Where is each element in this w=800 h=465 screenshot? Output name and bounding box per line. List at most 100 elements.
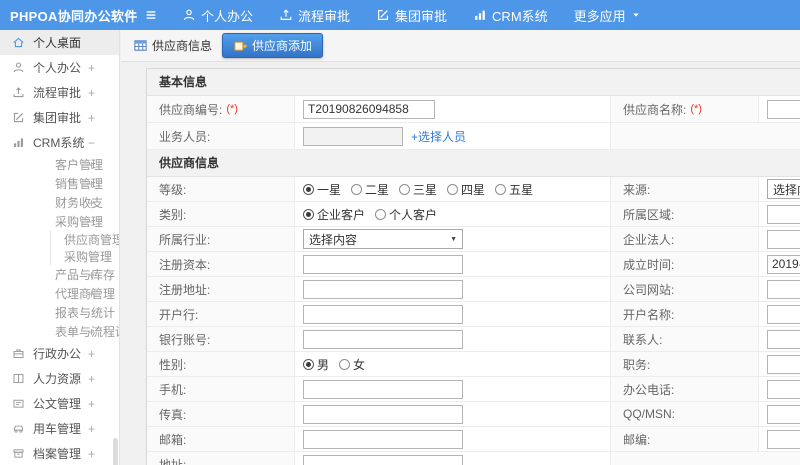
sidebar-item-workflow-approval[interactable]: 流程审批 + xyxy=(0,80,119,105)
briefcase-icon xyxy=(12,347,25,360)
gender-radio-0[interactable]: 男 xyxy=(303,356,329,373)
sidebar-item-vehicle-management[interactable]: 用车管理 + xyxy=(0,416,119,441)
expand-icon[interactable]: + xyxy=(88,61,95,75)
form-row: 银行账号: 联系人: xyxy=(147,327,800,352)
sidebar-item-human-resources[interactable]: 人力资源 + xyxy=(0,366,119,391)
radio-checked-icon xyxy=(303,183,314,195)
industry-select[interactable]: 选择内容 ▼ xyxy=(303,229,463,249)
expand-icon[interactable]: + xyxy=(88,372,95,386)
select-staff-link[interactable]: +选择人员 xyxy=(411,128,466,145)
email-input[interactable] xyxy=(303,429,463,449)
tab-supplier-info[interactable]: 供应商信息 xyxy=(133,37,212,54)
category-radio-1[interactable]: 个人客户 xyxy=(375,206,437,223)
sidebar-item-archive-management[interactable]: 档案管理 + xyxy=(0,441,119,465)
sidebar-item-form-workflow-settings[interactable]: 表单与流程设置+ xyxy=(0,322,119,341)
home-icon xyxy=(12,36,25,49)
bank-branch-input[interactable] xyxy=(303,304,463,324)
qq-msn-input[interactable] xyxy=(767,404,800,424)
postcode-input[interactable] xyxy=(767,429,800,449)
expand-icon[interactable]: + xyxy=(88,111,95,125)
expand-icon[interactable]: + xyxy=(88,86,95,100)
fax-input[interactable] xyxy=(303,404,463,424)
sidebar-item-document-management[interactable]: 公文管理 + xyxy=(0,391,119,416)
legal-person-input[interactable] xyxy=(767,229,800,249)
supplier-name-input[interactable] xyxy=(767,99,800,119)
legal-person-label: 企业法人: xyxy=(611,227,759,251)
user-icon xyxy=(182,8,196,22)
sidebar-item-label: 档案管理 xyxy=(33,447,82,461)
expand-icon[interactable]: + xyxy=(88,196,95,210)
radio-label: 一星 xyxy=(317,182,342,197)
sidebar-item-sales-management[interactable]: 销售管理 + xyxy=(0,174,119,193)
menu-toggle-icon[interactable] xyxy=(144,8,158,22)
sidebar-item-group-approval[interactable]: 集团审批 + xyxy=(0,105,119,130)
sidebar-item-reports-statistics[interactable]: 报表与统计 xyxy=(0,303,119,322)
expand-icon[interactable]: + xyxy=(88,158,95,172)
source-select[interactable]: 选择内容▼ xyxy=(767,179,800,199)
label-text: 供应商编号: xyxy=(159,102,223,117)
expand-icon[interactable]: + xyxy=(88,268,95,282)
grade-radio-0[interactable]: 一星 xyxy=(303,181,341,198)
tab-supplier-add[interactable]: 供应商添加 xyxy=(222,33,324,58)
grade-radio-4[interactable]: 五星 xyxy=(495,181,533,198)
office-phone-input[interactable] xyxy=(767,379,800,399)
sidebar-item-finance-income-expense[interactable]: 财务收支 + xyxy=(0,193,119,212)
expand-icon[interactable]: + xyxy=(88,287,95,301)
collapse-icon[interactable]: − xyxy=(88,136,95,150)
required-marker: (*) xyxy=(226,103,238,115)
region-input[interactable] xyxy=(767,204,800,224)
expand-icon[interactable]: + xyxy=(88,325,95,339)
sidebar-item-label: 销售管理 xyxy=(55,177,104,191)
nav-item-workflow-approval[interactable]: 流程审批 xyxy=(279,6,350,25)
contact-person-field xyxy=(759,327,800,351)
expand-icon[interactable]: + xyxy=(88,177,95,191)
sidebar-item-purchase-management-sub[interactable]: 采购管理 xyxy=(0,248,119,265)
empty-cell xyxy=(611,123,800,149)
sidebar-item-personal-desktop[interactable]: 个人桌面 xyxy=(0,30,119,55)
sidebar-item-product-inventory[interactable]: 产品与库存 + xyxy=(0,265,119,284)
grade-radio-3[interactable]: 四星 xyxy=(447,181,485,198)
nav-item-personal-office[interactable]: 个人办公 xyxy=(182,6,253,25)
expand-icon[interactable]: + xyxy=(88,347,95,361)
sidebar-item-purchase-management[interactable]: 采购管理 − xyxy=(0,212,119,231)
expand-icon[interactable]: + xyxy=(88,397,95,411)
established-date-input[interactable] xyxy=(767,254,800,274)
gender-radio-1[interactable]: 女 xyxy=(339,356,365,373)
nav-item-group-approval[interactable]: 集团审批 xyxy=(376,6,447,25)
section-title: 基本信息 xyxy=(147,69,800,96)
sidebar-item-customer-management[interactable]: 客户管理 + xyxy=(0,155,119,174)
legal-person-field xyxy=(759,227,800,251)
nav-item-crm-system[interactable]: CRM系统 xyxy=(473,6,548,25)
company-website-input[interactable] xyxy=(767,279,800,299)
sidebar-item-agent-management[interactable]: 代理商管理 + xyxy=(0,284,119,303)
category-radio-0[interactable]: 企业客户 xyxy=(303,206,365,223)
source-label: 来源: xyxy=(611,177,759,201)
sidebar-item-label: 客户管理 xyxy=(55,158,104,172)
address-input[interactable] xyxy=(303,454,463,465)
nav-item-more-apps[interactable]: 更多应用 xyxy=(574,6,641,25)
industry-label: 所属行业: xyxy=(147,227,295,251)
registered-capital-input[interactable] xyxy=(303,254,463,274)
expand-icon[interactable]: + xyxy=(88,447,95,461)
position-input[interactable] xyxy=(767,354,800,374)
sidebar-item-admin-office[interactable]: 行政办公 + xyxy=(0,341,119,366)
main-content: 供应商信息供应商添加 基本信息供应商编号:(*)供应商名称:(*)业务人员:+选… xyxy=(121,30,800,465)
business-staff-input[interactable] xyxy=(303,126,403,146)
sidebar-item-crm-system[interactable]: CRM系统 − xyxy=(0,130,119,155)
account-name-input[interactable] xyxy=(767,304,800,324)
bank-account-input[interactable] xyxy=(303,329,463,349)
contact-person-input[interactable] xyxy=(767,329,800,349)
grade-radio-1[interactable]: 二星 xyxy=(351,181,389,198)
sidebar-item-supplier-management[interactable]: 供应商管理 xyxy=(0,231,119,248)
table-icon xyxy=(133,38,148,53)
registered-address-input[interactable] xyxy=(303,279,463,299)
supplier-code-input[interactable] xyxy=(303,99,435,119)
sidebar-item-personal-office[interactable]: 个人办公 + xyxy=(0,55,119,80)
radio-unchecked-icon xyxy=(375,208,387,220)
expand-icon[interactable]: + xyxy=(88,422,95,436)
topbar: PHPOA协同办公软件 个人办公 流程审批 集团审批 CRM系统 更多应用 xyxy=(0,0,800,30)
collapse-icon[interactable]: − xyxy=(88,215,95,229)
sidebar-scrollbar-thumb[interactable] xyxy=(113,438,118,465)
grade-radio-2[interactable]: 三星 xyxy=(399,181,437,198)
mobile-input[interactable] xyxy=(303,379,463,399)
